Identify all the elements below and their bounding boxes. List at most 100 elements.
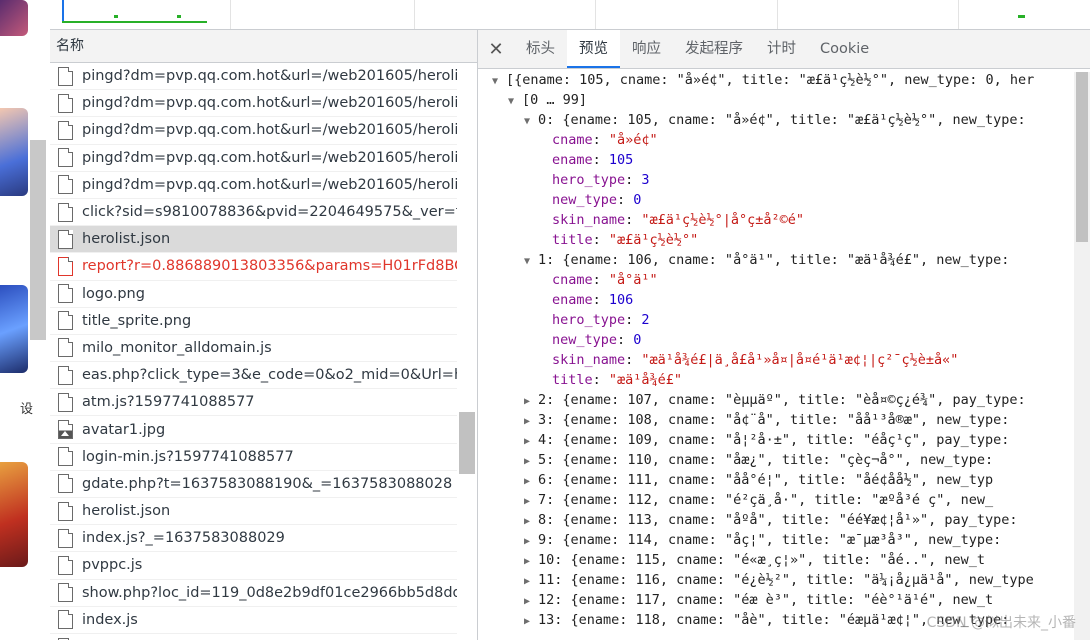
json-tree-line[interactable]: ▶ 6: {ename: 111, cname: "åå°é¦", title: …	[478, 470, 1074, 490]
expand-triangle-icon[interactable]: ▼	[492, 72, 506, 90]
collapse-triangle-icon[interactable]: ▶	[524, 432, 538, 450]
request-row[interactable]: eas.js	[50, 634, 457, 640]
request-row[interactable]: pingd?dm=pvp.qq.com.hot&url=/web201605/h…	[50, 145, 457, 172]
request-name: avatar1.jpg	[82, 421, 166, 438]
collapse-triangle-icon[interactable]: ▶	[524, 512, 538, 530]
close-icon[interactable]: ✕	[478, 39, 514, 60]
json-tree-line[interactable]: ▶ 2: {ename: 107, cname: "èµµäº", title: …	[478, 390, 1074, 410]
hero-thumbnail[interactable]	[0, 108, 28, 196]
json-summary: 0: {ename: 105, cname: "å»é¢", title: "æ…	[538, 112, 1026, 128]
request-row[interactable]: atm.js?1597741088577	[50, 389, 457, 417]
request-row[interactable]: herolist.json	[50, 498, 457, 526]
json-tree-line[interactable]: ▶ 3: {ename: 108, cname: "å¢¨å", title: "…	[478, 410, 1074, 430]
json-value: "æ£ä¹ç½è½°|å°ç±å²©é"	[641, 212, 804, 228]
collapse-triangle-icon[interactable]: ▶	[524, 452, 538, 470]
tab-5[interactable]: Cookie	[808, 30, 881, 68]
page-scrollbar[interactable]	[30, 140, 46, 340]
request-row[interactable]: pingd?dm=pvp.qq.com.hot&url=/web201605/h…	[50, 90, 457, 118]
json-tree-line: skin_name: "æä¹å¾é£|ä¸å£å¹»å¤|å¤é¹ä¹æ¢¦|…	[552, 352, 959, 368]
json-tree-line: title: "æä¹å¾é£"	[552, 372, 683, 388]
document-file-icon	[58, 392, 73, 412]
json-tree-line[interactable]: ▶ 10: {ename: 115, cname: "é«æ¸ç¦»", titl…	[478, 550, 1074, 570]
document-file-icon	[58, 365, 73, 385]
preview-scrollbar[interactable]	[1074, 72, 1090, 640]
request-row[interactable]: milo_monitor_alldomain.js	[50, 335, 457, 363]
request-row[interactable]: pingd?dm=pvp.qq.com.hot&url=/web201605/h…	[50, 117, 457, 145]
timeline-marker	[62, 0, 64, 22]
json-summary: 10: {ename: 115, cname: "é«æ¸ç¦»", title…	[538, 552, 986, 568]
json-summary: 1: {ename: 106, cname: "å°ä¹", title: "æ…	[538, 252, 1010, 268]
tab-3[interactable]: 发起程序	[673, 30, 755, 68]
timeline-divider	[958, 0, 959, 29]
expand-triangle-icon[interactable]: ▼	[524, 252, 538, 270]
expand-triangle-icon[interactable]: ▼	[524, 112, 538, 130]
request-row[interactable]: title_sprite.png	[50, 308, 457, 335]
json-tree-line[interactable]: ▼ 0: {ename: 105, cname: "å»é¢", title: "…	[478, 110, 1074, 130]
request-name: show.php?loc_id=119_0d8e2b9df01ce2966bb5…	[82, 584, 457, 601]
json-value: "å°ä¹"	[608, 272, 658, 288]
json-tree-line: new_type: 0	[552, 192, 642, 208]
collapse-triangle-icon[interactable]: ▶	[524, 572, 538, 590]
tab-2[interactable]: 响应	[620, 30, 673, 68]
request-row[interactable]: avatar1.jpg	[50, 416, 457, 444]
request-row[interactable]: report?r=0.886889013803356&params=H01rFd…	[50, 253, 457, 281]
request-row[interactable]: logo.png	[50, 281, 457, 308]
json-tree-line[interactable]: ▶ 12: {ename: 117, cname: "éæ è³", title:…	[478, 590, 1074, 610]
json-tree-line[interactable]: ▶ 11: {ename: 116, cname: "é¿è½²", title:…	[478, 570, 1074, 590]
json-tree-line[interactable]: ▼ [{ename: 105, cname: "å»é¢", title: "æ£…	[478, 70, 1074, 90]
request-row[interactable]: herolist.json	[50, 226, 457, 254]
hero-thumbnail[interactable]	[0, 0, 28, 36]
collapse-triangle-icon[interactable]: ▶	[524, 492, 538, 510]
document-file-icon	[58, 148, 73, 168]
request-row[interactable]: gdate.php?t=1637583088190&_=163758308802…	[50, 471, 457, 498]
json-tree-line[interactable]: ▶ 5: {ename: 110, cname: "å­æ¿", title: "…	[478, 450, 1074, 470]
json-tree-line[interactable]: ▶ 4: {ename: 109, cname: "å¦²å·±", title:…	[478, 430, 1074, 450]
request-row[interactable]: index.js	[50, 607, 457, 634]
request-list-scrollbar[interactable]	[459, 412, 475, 474]
request-name: pingd?dm=pvp.qq.com.hot&url=/web201605/h…	[82, 95, 457, 112]
json-tree-line[interactable]: ▶ 7: {ename: 112, cname: "é²ç­ä¸å·", titl…	[478, 490, 1074, 510]
tab-0[interactable]: 标头	[514, 30, 567, 68]
collapse-triangle-icon[interactable]: ▶	[524, 392, 538, 410]
document-file-icon	[58, 202, 73, 222]
request-row[interactable]: index.js?_=1637583088029	[50, 525, 457, 553]
timeline-bar	[62, 21, 207, 23]
preview-panel: ✕ 标头 预览 响应 发起程序 计时 Cookie ▼ [{ename: 105, cnam…	[478, 30, 1090, 640]
collapse-triangle-icon[interactable]: ▶	[524, 532, 538, 550]
request-name: herolist.json	[82, 503, 171, 520]
preview-scrollbar-thumb[interactable]	[1076, 72, 1088, 242]
json-value: 105	[608, 152, 634, 168]
request-row[interactable]: pingd?dm=pvp.qq.com.hot&url=/web201605/h…	[50, 172, 457, 199]
json-tree-line[interactable]: ▼ 1: {ename: 106, cname: "å°ä¹", title: "…	[478, 250, 1074, 270]
request-row[interactable]: show.php?loc_id=119_0d8e2b9df01ce2966bb5…	[50, 580, 457, 607]
json-tree-line: new_type: 0	[552, 332, 642, 348]
collapse-triangle-icon[interactable]: ▶	[524, 472, 538, 490]
json-tree-line[interactable]: ▶ 9: {ename: 114, cname: "åç¦", title: "æ…	[478, 530, 1074, 550]
json-tree-line[interactable]: ▼ [0 … 99]	[478, 90, 1074, 110]
tab-4[interactable]: 计时	[755, 30, 808, 68]
request-row[interactable]: login-min.js?1597741088577	[50, 444, 457, 471]
collapse-triangle-icon[interactable]: ▶	[524, 612, 538, 630]
hero-thumbnail[interactable]	[0, 285, 28, 373]
request-name: pingd?dm=pvp.qq.com.hot&url=/web201605/h…	[82, 122, 457, 139]
timeline-divider	[777, 0, 778, 29]
request-row[interactable]: eas.php?click_type=3&e_code=0&o2_mid=0&U…	[50, 362, 457, 390]
collapse-triangle-icon[interactable]: ▶	[524, 552, 538, 570]
request-name: pingd?dm=pvp.qq.com.hot&url=/web201605/h…	[82, 68, 457, 85]
json-tree-line[interactable]: ▶ 8: {ename: 113, cname: "åºå", title: "é…	[478, 510, 1074, 530]
collapse-triangle-icon[interactable]: ▶	[524, 412, 538, 430]
json-value: 3	[641, 172, 650, 188]
request-row[interactable]: click?sid=s9810078836&pvid=2204649575&_v…	[50, 199, 457, 227]
collapse-triangle-icon[interactable]: ▶	[524, 592, 538, 610]
name-column-header[interactable]: 名称	[50, 30, 477, 63]
document-file-icon	[58, 610, 73, 630]
network-timeline[interactable]	[50, 0, 1090, 30]
request-row[interactable]: pingd?dm=pvp.qq.com.hot&url=/web201605/h…	[50, 63, 457, 91]
tab-1[interactable]: 预览	[567, 30, 620, 68]
hero-thumbnail[interactable]	[0, 462, 28, 567]
json-summary: 6: {ename: 111, cname: "åå°é¦", title: "…	[538, 472, 994, 488]
expand-triangle-icon[interactable]: ▼	[508, 92, 522, 110]
request-name: click?sid=s9810078836&pvid=2204649575&_v…	[82, 204, 457, 221]
request-row[interactable]: pvppc.js	[50, 552, 457, 580]
timeline-bar	[177, 15, 181, 18]
